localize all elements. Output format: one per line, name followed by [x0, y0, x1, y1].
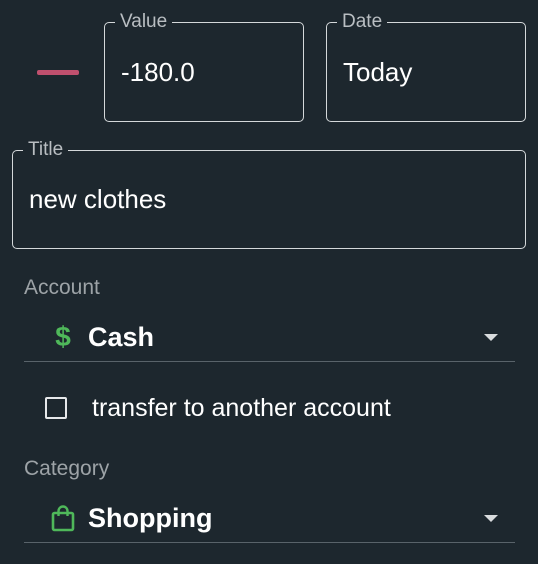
chevron-down-icon	[484, 334, 498, 341]
date-field[interactable]: Date Today	[326, 11, 526, 122]
account-label: Account	[24, 276, 100, 299]
value-field[interactable]: Value -180.0	[104, 11, 304, 122]
account-selected-value: Cash	[88, 321, 155, 352]
category-select[interactable]: Shopping	[24, 494, 515, 543]
category-label: Category	[24, 457, 110, 480]
shopping-bag-icon	[50, 504, 76, 532]
transfer-checkbox[interactable]	[45, 397, 67, 419]
title-input[interactable]: new clothes	[29, 151, 166, 248]
category-selected-value: Shopping	[88, 502, 213, 533]
account-select[interactable]: $ Cash	[24, 313, 515, 362]
title-field[interactable]: Title new clothes	[12, 139, 526, 249]
value-input[interactable]: -180.0	[121, 23, 195, 121]
transaction-type-toggle[interactable]	[36, 55, 80, 89]
minus-icon	[37, 69, 79, 75]
date-input[interactable]: Today	[343, 23, 412, 121]
transfer-checkbox-row[interactable]: transfer to another account	[45, 388, 391, 428]
transfer-checkbox-label: transfer to another account	[92, 393, 391, 422]
dollar-icon: $	[55, 321, 71, 352]
chevron-down-icon	[484, 515, 498, 522]
